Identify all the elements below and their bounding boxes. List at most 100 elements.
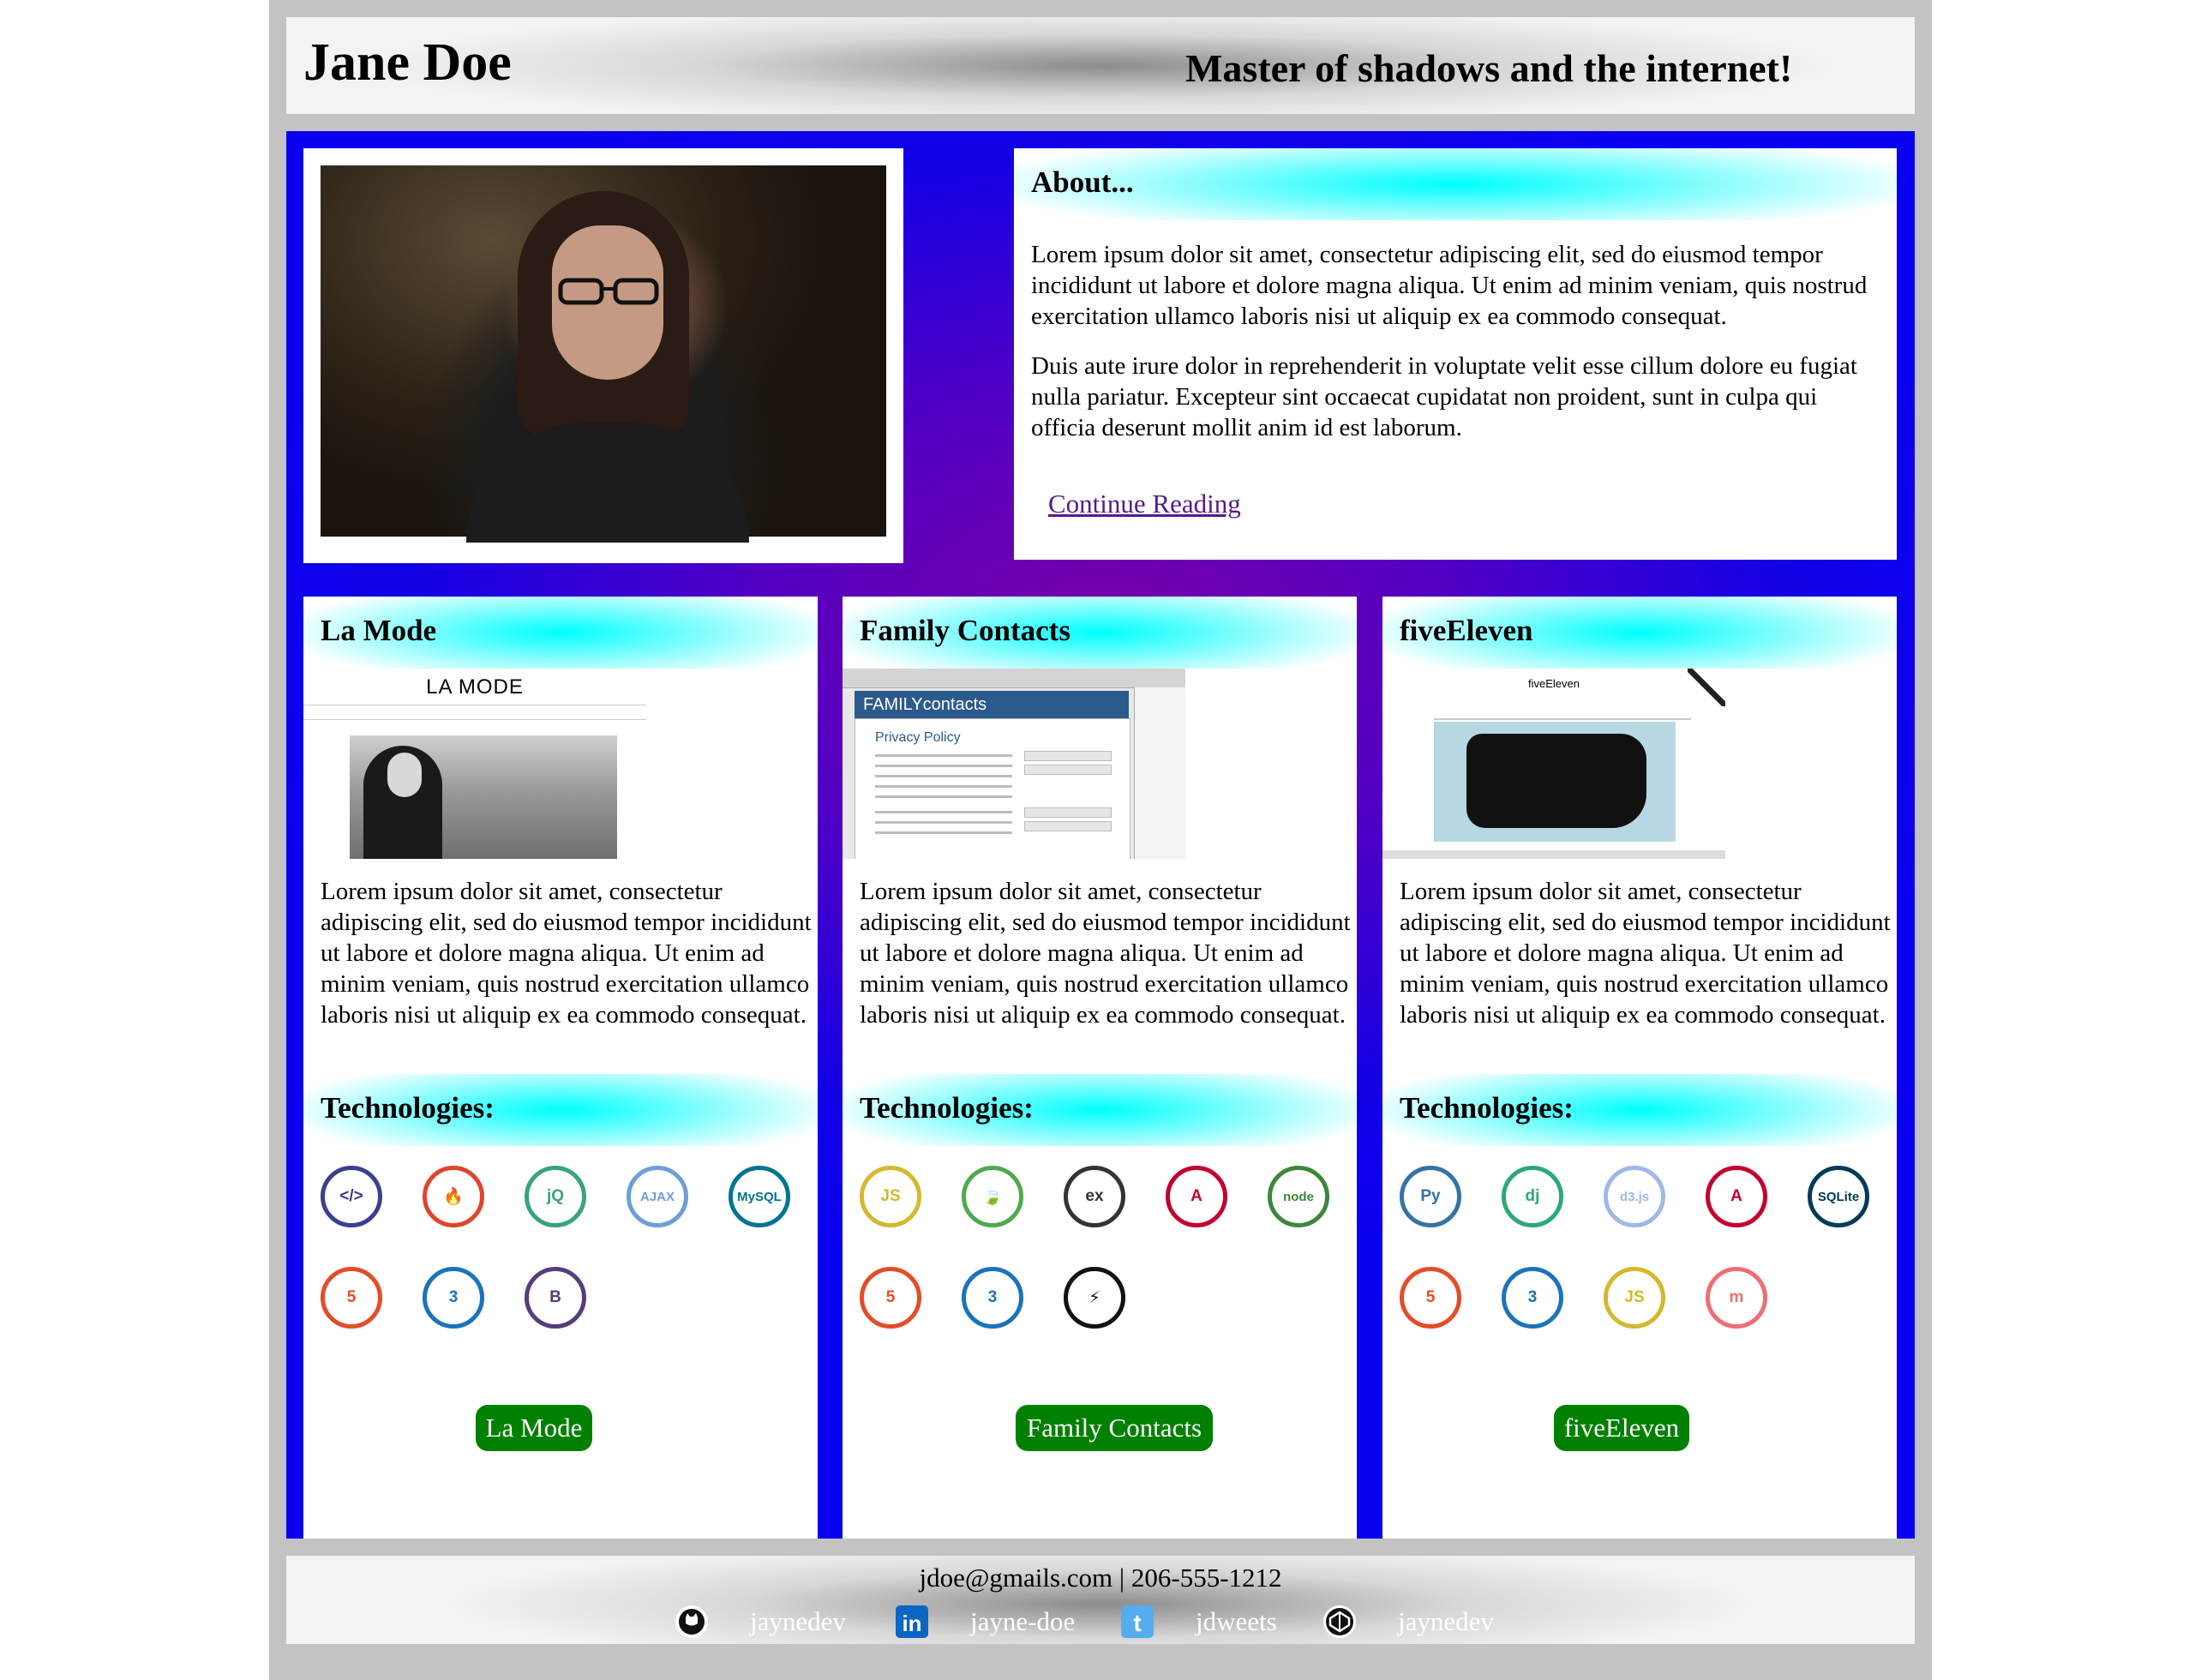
django-icon-glyph: dj bbox=[1525, 1187, 1540, 1205]
contact-info: jdoe@gmails.com | 206-555-1212 bbox=[919, 1563, 1282, 1593]
screenshot-title: fiveEleven bbox=[1528, 677, 1580, 690]
css3-icon-glyph: 3 bbox=[448, 1288, 459, 1306]
angular-icon-glyph: A bbox=[1730, 1187, 1742, 1205]
social-link-linkedin[interactable]: in jayne-doe bbox=[895, 1600, 1075, 1643]
site-tagline: Master of shadows and the internet! bbox=[1185, 46, 1793, 90]
project-screenshot[interactable]: FAMILYcontacts Privacy Policy bbox=[843, 669, 1185, 859]
site-footer: jdoe@gmails.com | 206-555-1212 jaynedev … bbox=[286, 1556, 1915, 1644]
express-icon-glyph: ex bbox=[1085, 1187, 1104, 1205]
html5-icon: 5 bbox=[321, 1267, 382, 1329]
socketio-icon: ⚡ bbox=[1064, 1267, 1125, 1329]
technologies-heading: Technologies: bbox=[321, 1091, 495, 1125]
mysql-icon-glyph: MySQL bbox=[737, 1189, 782, 1204]
twitter-icon: t bbox=[1120, 1605, 1154, 1639]
javascript-icon-glyph: JS bbox=[1624, 1288, 1645, 1306]
project-description: Lorem ipsum dolor sit amet, consectetur … bbox=[860, 878, 1351, 1029]
mysql-icon: MySQL bbox=[729, 1166, 790, 1227]
project-heading-bar: fiveEleven bbox=[1382, 597, 1897, 669]
about-paragraph: Lorem ipsum dolor sit amet, consectetur … bbox=[1031, 241, 1868, 330]
project-title: Family Contacts bbox=[860, 614, 1071, 647]
css3-icon-glyph: 3 bbox=[1527, 1288, 1538, 1306]
screenshot-title: LA MODE bbox=[426, 675, 524, 699]
site-header: Jane Doe Master of shadows and the inter… bbox=[286, 17, 1915, 114]
project-title: La Mode bbox=[321, 614, 437, 647]
python-icon: Py bbox=[1400, 1166, 1461, 1227]
screenshot-banner: FAMILYcontacts bbox=[855, 691, 1129, 718]
html5-icon: 5 bbox=[1400, 1267, 1461, 1329]
project-title: fiveEleven bbox=[1400, 614, 1533, 647]
bootstrap-icon: B bbox=[525, 1267, 586, 1329]
d3js-icon-glyph: d3.js bbox=[1619, 1189, 1650, 1204]
sqlite-icon-glyph: SQLite bbox=[1817, 1189, 1860, 1204]
angular-icon: A bbox=[1706, 1166, 1767, 1227]
angular-icon: A bbox=[1166, 1166, 1227, 1227]
about-heading-bar: About... bbox=[1014, 148, 1897, 220]
html5-icon: 5 bbox=[860, 1267, 921, 1329]
glasses-detail bbox=[558, 278, 659, 305]
project-screenshot[interactable]: fiveEleven bbox=[1382, 669, 1725, 859]
project-heading-bar: Family Contacts bbox=[843, 597, 1357, 669]
technologies-heading-bar: Technologies: bbox=[843, 1074, 1357, 1146]
project-description: Lorem ipsum dolor sit amet, consectetur … bbox=[1400, 878, 1891, 1029]
site-title: Jane Doe bbox=[303, 33, 512, 92]
about-paragraph: Duis aute irure dolor in reprehenderit i… bbox=[1031, 352, 1857, 441]
jquery-icon: jQ bbox=[525, 1166, 586, 1227]
jquery-icon-glyph: jQ bbox=[546, 1187, 565, 1205]
python-icon-glyph: Py bbox=[1420, 1187, 1441, 1205]
project-card-family-contacts: Family Contacts FAMILYcontacts Privacy P… bbox=[843, 597, 1357, 1539]
technologies-heading-bar: Technologies: bbox=[303, 1074, 818, 1146]
php-icon: </> bbox=[321, 1166, 382, 1227]
d3js-icon: d3.js bbox=[1604, 1166, 1665, 1227]
social-handle: jayne-doe bbox=[970, 1606, 1076, 1636]
social-link-codepen[interactable]: jaynedev bbox=[1322, 1600, 1494, 1643]
codepen-icon bbox=[1322, 1605, 1357, 1639]
project-description: Lorem ipsum dolor sit amet, consectetur … bbox=[321, 878, 812, 1029]
codeigniter-icon: 🔥 bbox=[423, 1166, 484, 1227]
technologies-heading-bar: Technologies: bbox=[1382, 1074, 1897, 1146]
javascript-icon-glyph: JS bbox=[880, 1187, 901, 1205]
socketio-icon-glyph: ⚡ bbox=[1089, 1288, 1100, 1307]
screenshot-heading: Privacy Policy bbox=[875, 730, 961, 745]
nodejs-icon-glyph: node bbox=[1283, 1189, 1314, 1204]
project-button-fiveeleven[interactable]: fiveEleven bbox=[1554, 1405, 1689, 1451]
social-handle: jaynedev bbox=[750, 1606, 846, 1636]
django-icon: dj bbox=[1502, 1166, 1563, 1227]
social-link-github[interactable]: jaynedev bbox=[675, 1600, 846, 1643]
profile-photo-frame bbox=[303, 148, 903, 563]
html5-icon-glyph: 5 bbox=[1425, 1288, 1436, 1306]
continue-reading-link[interactable]: Continue Reading bbox=[1048, 489, 1241, 519]
project-card-la-mode: La Mode LA MODE Lorem ipsum dolor sit am… bbox=[303, 597, 818, 1539]
linkedin-icon: in bbox=[895, 1605, 929, 1639]
about-title: About... bbox=[1031, 165, 1134, 199]
ajax-icon: AJAX bbox=[627, 1166, 688, 1227]
angular-icon-glyph: A bbox=[1190, 1187, 1202, 1205]
svg-text:in: in bbox=[902, 1611, 921, 1636]
page: Jane Doe Master of shadows and the inter… bbox=[269, 0, 1932, 1680]
project-screenshot[interactable]: LA MODE bbox=[303, 669, 646, 859]
materialize-icon-glyph: m bbox=[1729, 1288, 1744, 1306]
profile-photo bbox=[321, 165, 886, 543]
technologies-heading: Technologies: bbox=[1400, 1091, 1574, 1125]
javascript-icon: JS bbox=[860, 1166, 921, 1227]
html5-icon-glyph: 5 bbox=[885, 1288, 896, 1306]
html5-icon-glyph: 5 bbox=[346, 1288, 357, 1306]
ajax-icon-glyph: AJAX bbox=[639, 1189, 675, 1204]
social-handle: jaynedev bbox=[1398, 1606, 1494, 1636]
project-button-family-contacts[interactable]: Family Contacts bbox=[1016, 1405, 1213, 1451]
mongodb-icon: 🍃 bbox=[962, 1166, 1023, 1227]
bootstrap-icon-glyph: B bbox=[549, 1288, 561, 1306]
css3-icon: 3 bbox=[962, 1267, 1023, 1329]
codeigniter-icon-glyph: 🔥 bbox=[443, 1188, 464, 1206]
about-card: About... Lorem ipsum dolor sit amet, con… bbox=[1014, 148, 1897, 560]
materialize-icon: m bbox=[1706, 1267, 1767, 1329]
sqlite-icon: SQLite bbox=[1808, 1166, 1869, 1227]
project-button-la-mode[interactable]: La Mode bbox=[476, 1405, 592, 1451]
technologies-heading: Technologies: bbox=[860, 1091, 1034, 1125]
javascript-icon: JS bbox=[1604, 1267, 1665, 1329]
social-handle: jdweets bbox=[1196, 1606, 1277, 1636]
social-link-twitter[interactable]: t jdweets bbox=[1120, 1600, 1277, 1643]
css3-icon-glyph: 3 bbox=[987, 1288, 998, 1306]
php-icon-glyph: </> bbox=[339, 1187, 363, 1205]
css3-icon: 3 bbox=[423, 1267, 484, 1329]
project-heading-bar: La Mode bbox=[303, 597, 818, 669]
